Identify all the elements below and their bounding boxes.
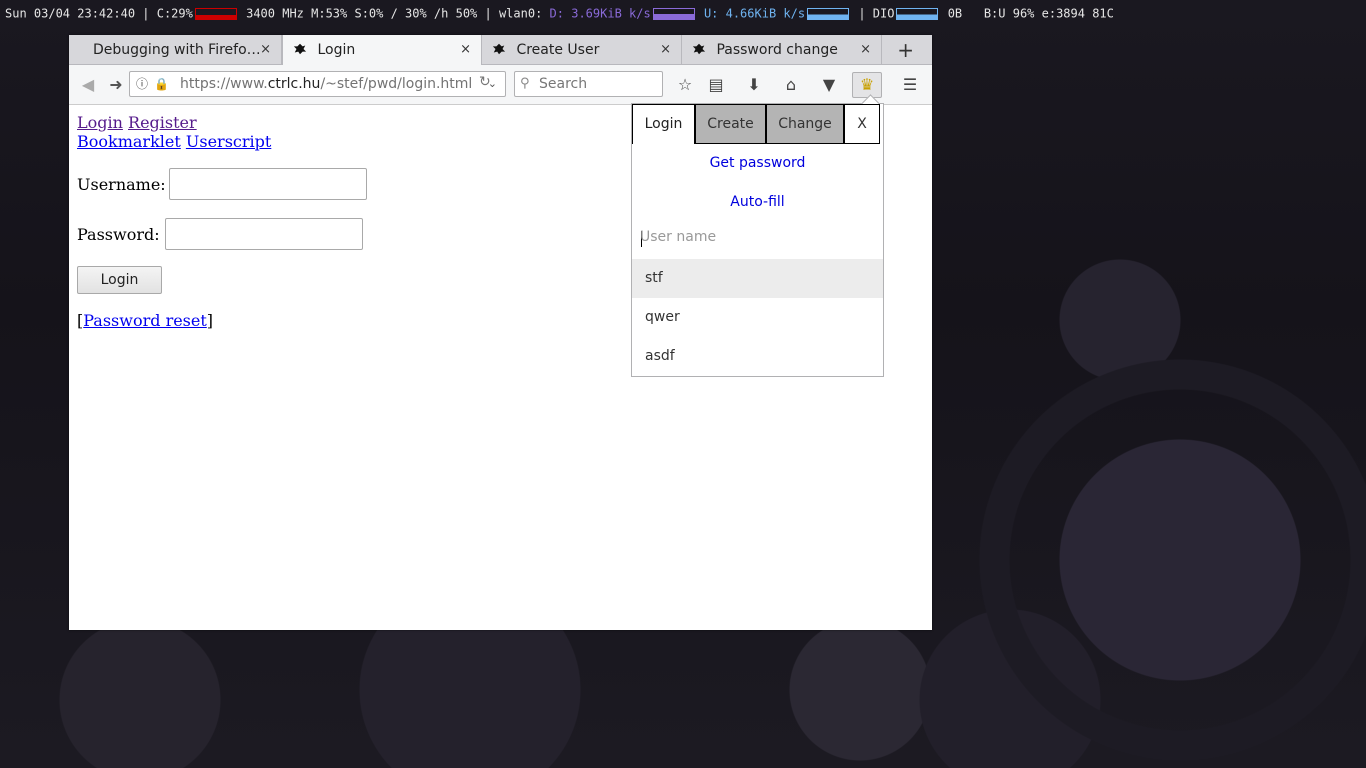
- search-placeholder: Search: [539, 76, 588, 92]
- spider-favicon-icon: [293, 43, 307, 55]
- close-icon[interactable]: ×: [260, 35, 271, 65]
- user-item-asdf[interactable]: asdf: [632, 337, 883, 376]
- menu-icon[interactable]: ☰: [898, 73, 922, 97]
- lock-icon[interactable]: 🔒: [154, 72, 169, 96]
- reload-icon[interactable]: ↻: [479, 74, 491, 90]
- user-name-input[interactable]: User name: [640, 229, 716, 245]
- spider-favicon-icon: [692, 43, 706, 55]
- tab-create-user[interactable]: Create User ×: [482, 35, 682, 65]
- status-freq-mem: 3400 MHz M:53% S:0% / 30% /h 50% | wlan0…: [246, 6, 543, 21]
- username-label: Username:: [77, 175, 166, 194]
- userscript-link[interactable]: Userscript: [186, 132, 271, 151]
- password-popup: Login Create Change X Get password Auto-…: [631, 94, 884, 377]
- back-icon[interactable]: ◀: [77, 74, 99, 96]
- forward-icon[interactable]: ➜: [105, 74, 127, 96]
- url-text: https://www.ctrlc.hu/~stef/pwd/login.htm…: [180, 76, 473, 92]
- tab-label: Login: [317, 42, 356, 58]
- login-button[interactable]: Login: [77, 266, 162, 294]
- status-dio: | DIO: [858, 6, 895, 21]
- popup-tab-change[interactable]: Change: [766, 104, 844, 144]
- url-bar[interactable]: ⓘ 🔒 https://www.ctrlc.hu/~stef/pwd/login…: [129, 71, 506, 97]
- tab-debugging[interactable]: Debugging with Firefo… ×: [69, 35, 282, 65]
- pocket-icon[interactable]: ▼: [817, 73, 841, 97]
- password-reset-link[interactable]: Password reset: [83, 311, 207, 330]
- login-link[interactable]: Login: [77, 113, 123, 132]
- status-download: D: 3.69KiB k/s: [549, 6, 651, 21]
- reading-list-icon[interactable]: ▤: [704, 73, 728, 97]
- tab-label: Debugging with Firefo…: [93, 42, 261, 58]
- register-link[interactable]: Register: [128, 113, 197, 132]
- tab-strip: Debugging with Firefo… × Login × Create …: [69, 35, 932, 66]
- status-cpu: | C:29%: [142, 6, 193, 21]
- page-links: Login Register Bookmarklet Userscript: [77, 113, 271, 151]
- search-input[interactable]: ⚲ Search: [514, 71, 663, 97]
- bookmark-star-icon[interactable]: ☆: [673, 73, 697, 97]
- close-icon[interactable]: ×: [460, 35, 471, 65]
- spider-favicon-icon: [492, 43, 506, 55]
- status-dio-value: 0B: [947, 6, 963, 21]
- info-icon[interactable]: ⓘ: [136, 72, 148, 96]
- nav-bar: ◀ ➜ ⓘ 🔒 https://www.ctrlc.hu/~stef/pwd/l…: [69, 65, 932, 105]
- status-datetime: Sun 03/04 23:42:40: [5, 6, 136, 21]
- download-icon[interactable]: ⬇: [742, 73, 766, 97]
- home-icon[interactable]: ⌂: [779, 73, 803, 97]
- close-icon[interactable]: ×: [660, 35, 671, 65]
- status-bar: Sun 03/04 23:42:40 | C:29% 3400 MHz M:53…: [0, 0, 1366, 26]
- tab-label: Create User: [516, 42, 600, 58]
- search-icon: ⚲: [520, 76, 530, 91]
- popup-close-button[interactable]: X: [844, 104, 880, 144]
- tab-login[interactable]: Login ×: [282, 35, 482, 66]
- password-reset: [Password reset]: [77, 311, 214, 330]
- tab-label: Password change: [716, 42, 838, 58]
- password-label: Password:: [77, 225, 160, 244]
- user-item-stf[interactable]: stf: [632, 259, 883, 298]
- autofill-link[interactable]: Auto-fill: [632, 194, 883, 210]
- username-field[interactable]: [169, 168, 367, 200]
- dio-graph: [896, 7, 939, 20]
- user-item-qwer[interactable]: qwer: [632, 298, 883, 337]
- browser-window: Debugging with Firefo… × Login × Create …: [69, 35, 932, 630]
- get-password-link[interactable]: Get password: [632, 155, 883, 171]
- username-row: Username:: [77, 168, 367, 200]
- cpu-graph: [194, 7, 237, 20]
- bookmarklet-link[interactable]: Bookmarklet: [77, 132, 181, 151]
- status-upload: U: 4.66KiB k/s: [703, 6, 806, 21]
- password-row: Password:: [77, 218, 363, 250]
- close-icon[interactable]: ×: [860, 35, 871, 65]
- status-battery: B:U 96% e:3894 81C: [983, 6, 1114, 21]
- tab-password-change[interactable]: Password change ×: [682, 35, 882, 65]
- download-graph: [652, 7, 695, 20]
- password-extension-icon[interactable]: ♛: [852, 72, 882, 98]
- upload-graph: [807, 7, 850, 20]
- popup-tab-login[interactable]: Login: [632, 104, 695, 144]
- password-field[interactable]: [165, 218, 363, 250]
- new-tab-button[interactable]: +: [897, 35, 914, 65]
- popup-tab-create[interactable]: Create: [695, 104, 766, 144]
